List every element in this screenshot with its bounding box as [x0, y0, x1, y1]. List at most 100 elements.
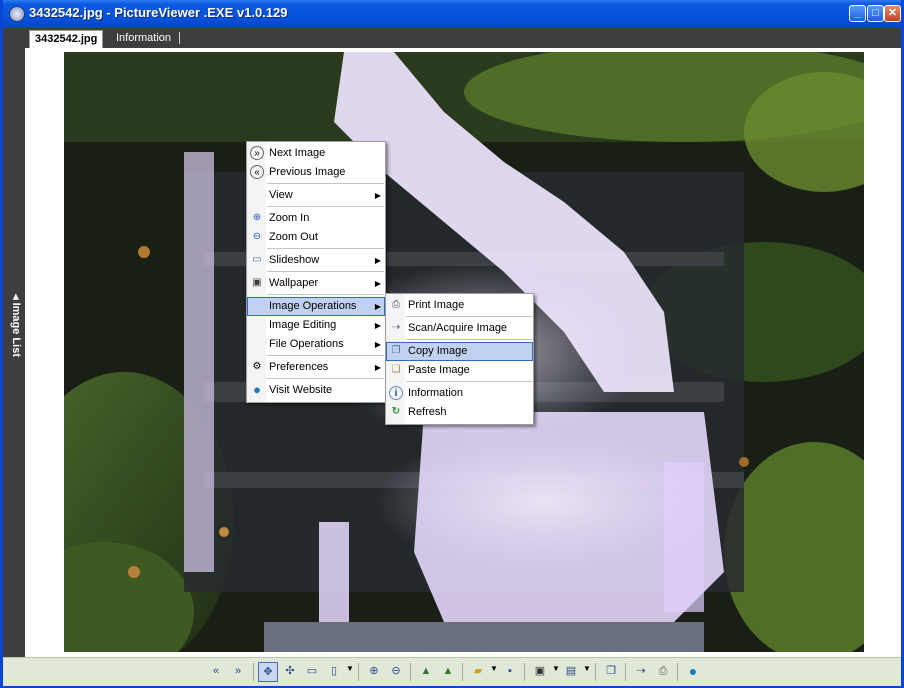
previous-icon: « [250, 165, 264, 179]
document-icon: ▤ [565, 665, 577, 677]
toolbar-separator [358, 663, 359, 681]
menu-item-refresh[interactable]: ↻ Refresh [386, 403, 533, 422]
menu-separator [267, 206, 384, 207]
submenu-arrow-icon: ▶ [374, 363, 381, 372]
menu-item-scan-acquire-image[interactable]: ⇢ Scan/Acquire Image [386, 319, 533, 338]
image-list-panel[interactable]: ◂ Image List [3, 48, 25, 657]
menu-label: Next Image [269, 147, 326, 159]
title-bar[interactable]: 3432542.jpg - PictureViewer .EXE v1.0.12… [3, 0, 901, 28]
submenu-arrow-icon: ▶ [374, 279, 381, 288]
menu-item-image-operations[interactable]: Image Operations ▶ [247, 297, 385, 316]
toolbar-separator [625, 663, 626, 681]
menu-label: Scan/Acquire Image [408, 322, 508, 334]
menu-label: Wallpaper [269, 277, 319, 289]
menu-item-previous-image[interactable]: « Previous Image [247, 163, 385, 182]
rotate-left-button[interactable]: ▲ [416, 662, 436, 682]
toolbar-separator [524, 663, 525, 681]
globe-icon: ● [253, 382, 261, 397]
wallpaper-icon: ▣ [534, 665, 546, 677]
menu-item-visit-website[interactable]: ● Visit Website [247, 381, 385, 400]
submenu-arrow-icon: ▶ [374, 302, 381, 311]
menu-separator [267, 355, 384, 356]
open-dropdown-arrow-icon[interactable]: ▼ [490, 664, 498, 673]
toolbar-separator [677, 663, 678, 681]
wallpaper-icon: ▣ [252, 277, 262, 288]
menu-item-zoom-out[interactable]: ⊖ Zoom Out [247, 228, 385, 247]
menu-item-slideshow[interactable]: ▭ Slideshow ▶ [247, 251, 385, 270]
close-button[interactable]: ✕ [884, 5, 901, 22]
menu-label: View [269, 189, 293, 201]
menu-label: Print Image [408, 299, 465, 311]
next-button[interactable]: » [228, 662, 248, 682]
wallpaper-button[interactable]: ▣ [530, 662, 550, 682]
next-icon: » [250, 146, 264, 160]
menu-separator [406, 339, 532, 340]
menu-separator [267, 183, 384, 184]
zoom-in-button[interactable]: ⊕ [364, 662, 384, 682]
slideshow-button[interactable]: ▯ [324, 662, 344, 682]
image-list-label: ◂ Image List [10, 294, 22, 357]
double-left-icon: « [212, 665, 220, 677]
menu-label: Copy Image [408, 345, 468, 357]
zoom-out-icon: ⊖ [391, 665, 401, 677]
website-button[interactable]: ● [683, 662, 703, 682]
menu-label: Preferences [269, 361, 329, 373]
menu-item-wallpaper[interactable]: ▣ Wallpaper ▶ [247, 274, 385, 293]
menu-item-view[interactable]: View ▶ [247, 186, 385, 205]
fit-window-button[interactable]: ✥ [258, 662, 278, 682]
zoom-in-icon: ⊕ [252, 212, 262, 223]
menu-label: Zoom In [269, 212, 310, 224]
toolbar-separator [595, 663, 596, 681]
submenu-arrow-icon: ▶ [374, 340, 381, 349]
menu-item-print-image[interactable]: ⎙ Print Image [386, 296, 533, 315]
app-icon[interactable] [9, 6, 25, 22]
tab-information[interactable]: Information [111, 30, 176, 47]
open-button[interactable]: ▰ [468, 662, 488, 682]
menu-label: File Operations [269, 338, 344, 350]
double-right-icon: » [234, 665, 242, 677]
scanner-icon: ⇢ [391, 322, 401, 333]
edit-dropdown-arrow-icon[interactable]: ▼ [583, 664, 591, 673]
rotate-right-button[interactable]: ▲ [438, 662, 458, 682]
slideshow-dropdown-arrow-icon[interactable]: ▼ [346, 664, 354, 673]
refresh-icon: ↻ [391, 406, 401, 417]
mountain-icon: ▲ [442, 665, 454, 677]
menu-label: Visit Website [269, 384, 333, 396]
scan-button[interactable]: ⇢ [631, 662, 651, 682]
submenu-arrow-icon: ▶ [374, 321, 381, 330]
minimize-button[interactable]: _ [849, 5, 866, 22]
tab-separator [179, 32, 180, 44]
menu-item-image-editing[interactable]: Image Editing ▶ [247, 316, 385, 335]
toolbar-separator [410, 663, 411, 681]
menu-label: Zoom Out [269, 231, 318, 243]
menu-item-copy-image[interactable]: ❐ Copy Image [386, 342, 533, 361]
edit-button[interactable]: ▤ [561, 662, 581, 682]
menu-item-paste-image[interactable]: ❏ Paste Image [386, 361, 533, 380]
menu-item-next-image[interactable]: » Next Image [247, 144, 385, 163]
zoom-out-button[interactable]: ⊖ [386, 662, 406, 682]
menu-separator [406, 316, 532, 317]
wallpaper-dropdown-arrow-icon[interactable]: ▼ [552, 664, 560, 673]
submenu-arrow-icon: ▶ [374, 191, 381, 200]
menu-separator [267, 378, 384, 379]
fit-icon: ✥ [263, 666, 273, 678]
copy-button[interactable]: ❐ [601, 662, 621, 682]
slideshow-icon: ▯ [330, 665, 338, 677]
menu-item-preferences[interactable]: ⚙ Preferences ▶ [247, 358, 385, 377]
menu-separator [267, 294, 384, 295]
menu-item-information[interactable]: i Information [386, 384, 533, 403]
submenu-arrow-icon: ▶ [374, 256, 381, 265]
window-mode-button[interactable]: ▭ [302, 662, 322, 682]
toolbar-separator [462, 663, 463, 681]
copy-icon: ❐ [606, 665, 616, 677]
tab-strip: 3432542.jpg Information [3, 28, 901, 48]
print-button[interactable]: ⎙ [653, 662, 673, 682]
pan-button[interactable]: ✣ [280, 662, 300, 682]
tab-image[interactable]: 3432542.jpg [29, 30, 104, 48]
previous-button[interactable]: « [206, 662, 226, 682]
menu-item-zoom-in[interactable]: ⊕ Zoom In [247, 209, 385, 228]
maximize-button[interactable]: □ [867, 5, 884, 22]
menu-item-file-operations[interactable]: File Operations ▶ [247, 335, 385, 354]
printer-icon: ⎙ [392, 299, 400, 310]
save-button[interactable]: ▪ [500, 662, 520, 682]
